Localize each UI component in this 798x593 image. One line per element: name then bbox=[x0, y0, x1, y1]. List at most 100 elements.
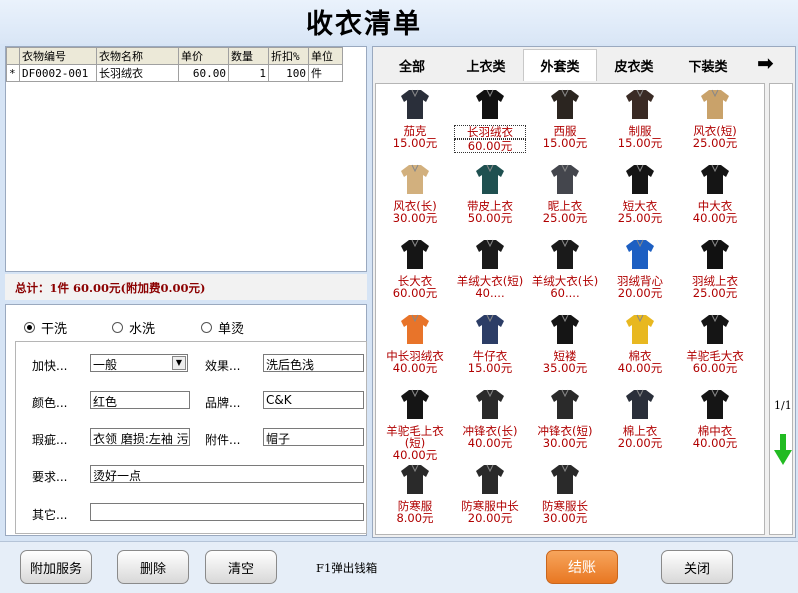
cotton-top-icon bbox=[626, 389, 654, 419]
cash-drawer-hint: F1弹出钱箱 bbox=[316, 561, 378, 575]
catalog-item[interactable]: 羊驼毛上衣(短) 40.00元 bbox=[379, 388, 451, 461]
catalog-item[interactable]: 中大衣 40.00元 bbox=[679, 163, 751, 224]
catalog-item[interactable]: 羽绒上衣 25.00元 bbox=[679, 238, 751, 299]
col-code[interactable]: 衣物编号 bbox=[19, 47, 97, 65]
color-label[interactable]: 颜色... bbox=[32, 394, 67, 411]
accessory-field[interactable]: 帽子 bbox=[263, 428, 364, 446]
cell-price[interactable]: 60.00 bbox=[178, 64, 229, 82]
item-price: 60.00元 bbox=[454, 139, 526, 153]
outdoor-long-icon bbox=[476, 389, 504, 419]
tab-outerwear[interactable]: 外套类 bbox=[523, 49, 597, 81]
catalog-item[interactable]: 羊驼毛大衣 60.00元 bbox=[679, 313, 751, 374]
item-name: 长羽绒衣 bbox=[454, 125, 526, 139]
col-discount[interactable]: 折扣% bbox=[268, 47, 309, 65]
catalog-item[interactable]: 昵上衣 25.00元 bbox=[529, 163, 601, 224]
catalog-item[interactable]: 长羽绒衣 60.00元 bbox=[454, 88, 526, 153]
catalog-item[interactable]: 羽绒背心 20.00元 bbox=[604, 238, 676, 299]
catalog-item[interactable]: 风衣(长) 30.00元 bbox=[379, 163, 451, 224]
cell-code[interactable]: DF0002-001 bbox=[19, 64, 97, 82]
catalog-item[interactable]: 中长羽绒衣 40.00元 bbox=[379, 313, 451, 374]
tab-bottoms[interactable]: 下装类 bbox=[671, 49, 745, 81]
tab-tops[interactable]: 上衣类 bbox=[449, 49, 523, 81]
arrow-down-icon[interactable] bbox=[774, 434, 792, 466]
cell-discount[interactable]: 100 bbox=[268, 64, 309, 82]
catalog-item[interactable]: 牛仔衣 15.00元 bbox=[454, 313, 526, 374]
other-field[interactable] bbox=[90, 503, 364, 521]
chevron-down-icon[interactable]: ▼ bbox=[172, 356, 186, 370]
brand-label[interactable]: 品牌... bbox=[205, 394, 240, 411]
radio-water-wash[interactable]: 水洗 bbox=[112, 318, 155, 337]
col-unit[interactable]: 单位 bbox=[308, 47, 343, 65]
checkout-button[interactable]: 结账 bbox=[546, 550, 618, 584]
catalog-item[interactable]: 冲锋衣(长) 40.00元 bbox=[454, 388, 526, 449]
tab-leather[interactable]: 皮衣类 bbox=[597, 49, 671, 81]
accessory-label[interactable]: 附件... bbox=[205, 431, 240, 448]
item-name: 羊绒大衣(短)40.... bbox=[456, 274, 524, 300]
item-price: 25.00元 bbox=[692, 286, 738, 300]
catalog-item[interactable]: 棉中衣 40.00元 bbox=[679, 388, 751, 449]
catalog-item[interactable]: 茄克 15.00元 bbox=[379, 88, 451, 149]
radio-iron-only[interactable]: 单烫 bbox=[201, 318, 244, 337]
flaw-label[interactable]: 瑕疵... bbox=[32, 431, 67, 448]
suit-icon bbox=[551, 89, 579, 119]
catalog-item[interactable]: 制服 15.00元 bbox=[604, 88, 676, 149]
cotton-mid-icon bbox=[701, 389, 729, 419]
process-label[interactable]: 加快... bbox=[32, 357, 67, 374]
cashmere-short-icon bbox=[476, 239, 504, 269]
catalog-item[interactable]: 带皮上衣 50.00元 bbox=[454, 163, 526, 224]
catalog-item[interactable]: 防寒服长 30.00元 bbox=[529, 463, 601, 524]
col-name[interactable]: 衣物名称 bbox=[96, 47, 179, 65]
catalog-item[interactable]: 风衣(短) 25.00元 bbox=[679, 88, 751, 149]
catalog-item[interactable]: 防寒服中长 20.00元 bbox=[454, 463, 526, 524]
down-coat-icon bbox=[476, 89, 504, 119]
radio-dry-label: 干洗 bbox=[41, 322, 68, 337]
other-label[interactable]: 其它... bbox=[32, 506, 67, 523]
title-bar: 收衣清单 bbox=[0, 0, 798, 44]
catalog-item[interactable]: 棉衣 40.00元 bbox=[604, 313, 676, 374]
radio-iron-label: 单烫 bbox=[218, 322, 245, 337]
cell-qty[interactable]: 1 bbox=[228, 64, 269, 82]
catalog-item[interactable]: 冲锋衣(短) 30.00元 bbox=[529, 388, 601, 449]
catalog-item[interactable]: 长大衣 60.00元 bbox=[379, 238, 451, 299]
catalog-item[interactable]: 防寒服 8.00元 bbox=[379, 463, 451, 524]
item-price: 20.00元 bbox=[617, 436, 663, 450]
catalog-item[interactable]: 短大衣 25.00元 bbox=[604, 163, 676, 224]
catalog-item[interactable]: 羊绒大衣(短)40.... bbox=[454, 238, 526, 299]
cell-name[interactable]: 长羽绒衣 bbox=[96, 64, 179, 82]
total-summary: 总计：1件 60.00元(附加费0.00元) bbox=[15, 281, 206, 295]
catalog-item[interactable]: 西服 15.00元 bbox=[529, 88, 601, 149]
table-row[interactable]: * DF0002-001 长羽绒衣 60.00 1 100 件 bbox=[6, 64, 343, 82]
uniform-icon bbox=[626, 89, 654, 119]
cashmere-long-icon bbox=[551, 239, 579, 269]
winter-long-icon bbox=[551, 464, 579, 494]
catalog-item[interactable]: 棉上衣 20.00元 bbox=[604, 388, 676, 449]
cell-unit[interactable]: 件 bbox=[308, 64, 343, 82]
extra-service-button[interactable]: 附加服务 bbox=[20, 550, 92, 584]
require-label[interactable]: 要求... bbox=[32, 468, 67, 485]
require-field[interactable]: 烫好一点 bbox=[90, 465, 364, 483]
color-field[interactable]: 红色 bbox=[90, 391, 190, 409]
col-price[interactable]: 单价 bbox=[178, 47, 229, 65]
item-price: 35.00元 bbox=[542, 361, 588, 375]
catalog-item[interactable]: 羊绒大衣(长)60.... bbox=[529, 238, 601, 299]
effect-field[interactable]: 洗后色浅 bbox=[263, 354, 364, 372]
arrow-right-icon[interactable]: ➡ bbox=[757, 51, 774, 75]
process-value: 一般 bbox=[93, 358, 118, 372]
clear-button[interactable]: 清空 bbox=[205, 550, 277, 584]
catalog-item[interactable]: 短褛 35.00元 bbox=[529, 313, 601, 374]
radio-dry-clean[interactable]: 干洗 bbox=[24, 318, 67, 337]
tab-all[interactable]: 全部 bbox=[375, 49, 449, 81]
process-select[interactable]: 一般 ▼ bbox=[90, 354, 188, 372]
alpaca-coat-icon bbox=[701, 314, 729, 344]
radio-dot-icon bbox=[112, 322, 123, 333]
col-qty[interactable]: 数量 bbox=[228, 47, 269, 65]
delete-button[interactable]: 删除 bbox=[117, 550, 189, 584]
flaw-field[interactable]: 衣领 磨损:左袖 污 bbox=[90, 428, 190, 446]
close-button[interactable]: 关闭 bbox=[661, 550, 733, 584]
brand-field[interactable]: C&K bbox=[263, 391, 364, 409]
item-name: 羊驼毛上衣(短) bbox=[386, 424, 444, 450]
cotton-coat-icon bbox=[626, 314, 654, 344]
effect-label[interactable]: 效果... bbox=[205, 357, 240, 374]
order-grid[interactable]: 衣物编号 衣物名称 单价 数量 折扣% 单位 * DF0002-001 长羽绒衣… bbox=[5, 46, 367, 272]
wool-top-icon bbox=[551, 164, 579, 194]
